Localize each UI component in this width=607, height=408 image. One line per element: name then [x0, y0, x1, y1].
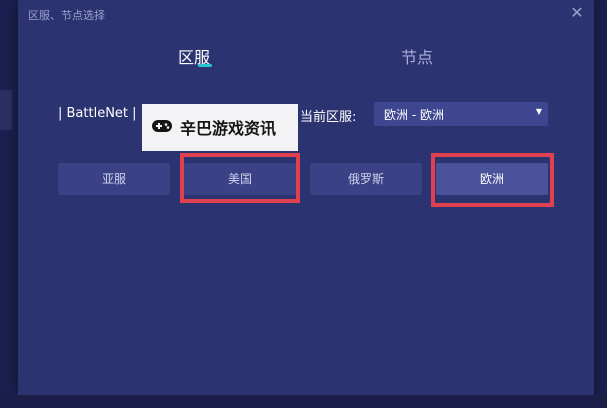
current-region-label: 当前区服:: [300, 110, 357, 125]
background-panel: [0, 90, 12, 130]
close-icon[interactable]: ✕: [568, 4, 586, 22]
platform-label: | BattleNet |: [58, 106, 137, 121]
region-node-dialog: 区服、节点选择 ✕ 区服 节点 | BattleNet | 当前区服: 欧洲 -…: [18, 0, 594, 395]
active-tab-indicator: [198, 64, 212, 67]
server-button-russia[interactable]: 俄罗斯: [310, 163, 422, 195]
tab-node[interactable]: 节点: [401, 44, 433, 68]
current-region-select[interactable]: 欧洲 - 欧洲 ▼: [374, 102, 548, 126]
highlight-box-europe: [431, 153, 554, 207]
chevron-down-icon: ▼: [535, 107, 542, 116]
watermark-text: 辛巴游戏资讯: [180, 119, 277, 138]
gamepad-icon: [152, 120, 172, 132]
watermark: 辛巴游戏资讯: [142, 104, 298, 151]
server-button-asia[interactable]: 亚服: [58, 163, 170, 195]
dialog-title: 区服、节点选择: [28, 9, 105, 22]
highlight-box-us: [180, 153, 300, 203]
bottom-band: [0, 395, 607, 408]
current-region-value: 欧洲 - 欧洲: [384, 108, 444, 122]
